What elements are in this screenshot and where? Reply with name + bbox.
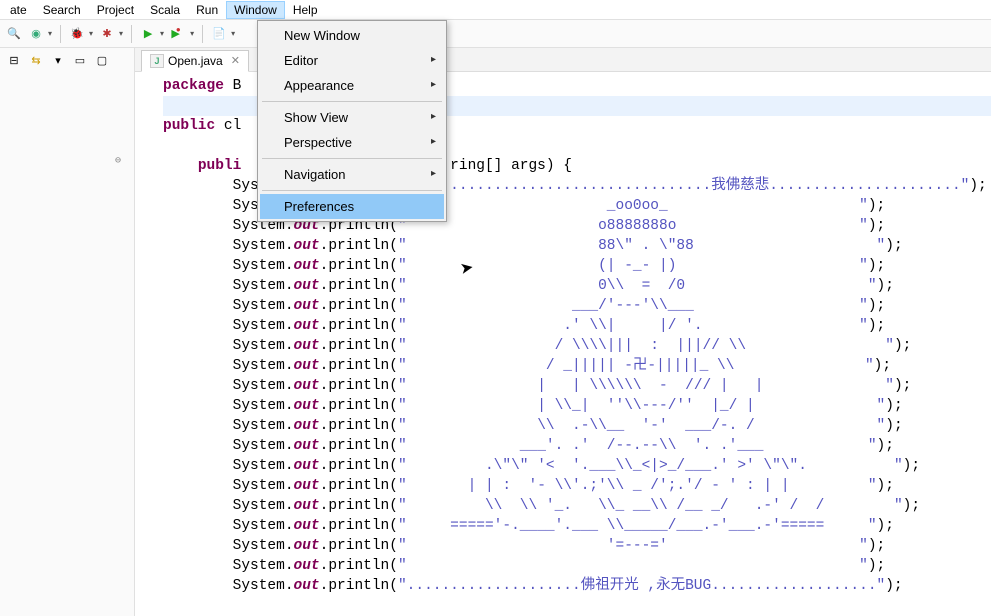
window-menu-dropdown: New WindowEditor▸Appearance▸ Show View▸Pe… [257,20,447,222]
dropdown-arrow-icon[interactable]: ▾ [48,29,52,38]
menubar: ateSearchProjectScalaRunWindowHelp [0,0,991,20]
tab-label: Open.java [168,54,223,68]
collapse-all-icon[interactable]: ⊟ [6,52,22,68]
submenu-arrow-icon: ▸ [431,168,436,179]
menu-scala[interactable]: Scala [142,1,188,19]
menu-item-appearance[interactable]: Appearance▸ [260,73,444,98]
view-menu-icon[interactable]: ▾ [50,52,66,68]
menu-separator [262,190,442,191]
dropdown-arrow-icon[interactable]: ▾ [119,29,123,38]
menu-item-show-view[interactable]: Show View▸ [260,105,444,130]
main-toolbar: 🔍 ◉ ▾ 🐞 ▾ ✱ ▾ ▶ ▾ ▶● ▾ 📄 ▾ [0,20,991,48]
toolbar-separator [60,25,61,43]
outline-sidebar: ⊟ ⇆ ▾ ▭ ▢ [0,48,135,616]
open-type-icon[interactable]: 🔍 [6,26,22,42]
submenu-arrow-icon: ▸ [431,111,436,122]
minimize-icon[interactable]: ▭ [72,52,88,68]
toolbar-separator [202,25,203,43]
new-icon[interactable]: 📄 [211,26,227,42]
open-task-icon[interactable]: ◉ [28,26,44,42]
java-file-icon: J [150,54,164,68]
close-tab-icon[interactable]: ✕ [231,54,240,67]
dropdown-arrow-icon[interactable]: ▾ [231,29,235,38]
menu-separator [262,158,442,159]
main-area: ⊟ ⇆ ▾ ▭ ▢ J Open.java ✕ package B public… [0,48,991,616]
coverage-icon[interactable]: ▶● [170,26,186,42]
submenu-arrow-icon: ▸ [431,54,436,65]
run-icon[interactable]: ▶ [140,26,156,42]
menu-search[interactable]: Search [35,1,89,19]
menu-item-navigation[interactable]: Navigation▸ [260,162,444,187]
menu-ate[interactable]: ate [2,1,35,19]
link-editor-icon[interactable]: ⇆ [28,52,44,68]
menu-separator [262,101,442,102]
menu-run[interactable]: Run [188,1,226,19]
menu-item-perspective[interactable]: Perspective▸ [260,130,444,155]
launch-icon[interactable]: ✱ [99,26,115,42]
editor-tab-open-java[interactable]: J Open.java ✕ [141,50,249,72]
submenu-arrow-icon: ▸ [431,79,436,90]
menu-project[interactable]: Project [89,1,142,19]
menu-window[interactable]: Window [226,1,285,19]
maximize-icon[interactable]: ▢ [94,52,110,68]
menu-item-preferences[interactable]: Preferences [260,194,444,219]
menu-item-new-window[interactable]: New Window [260,23,444,48]
dropdown-arrow-icon[interactable]: ▾ [190,29,194,38]
toolbar-separator [131,25,132,43]
dropdown-arrow-icon[interactable]: ▾ [89,29,93,38]
menu-item-editor[interactable]: Editor▸ [260,48,444,73]
menu-help[interactable]: Help [285,1,326,19]
debug-icon[interactable]: 🐞 [69,26,85,42]
dropdown-arrow-icon[interactable]: ▾ [160,29,164,38]
submenu-arrow-icon: ▸ [431,136,436,147]
